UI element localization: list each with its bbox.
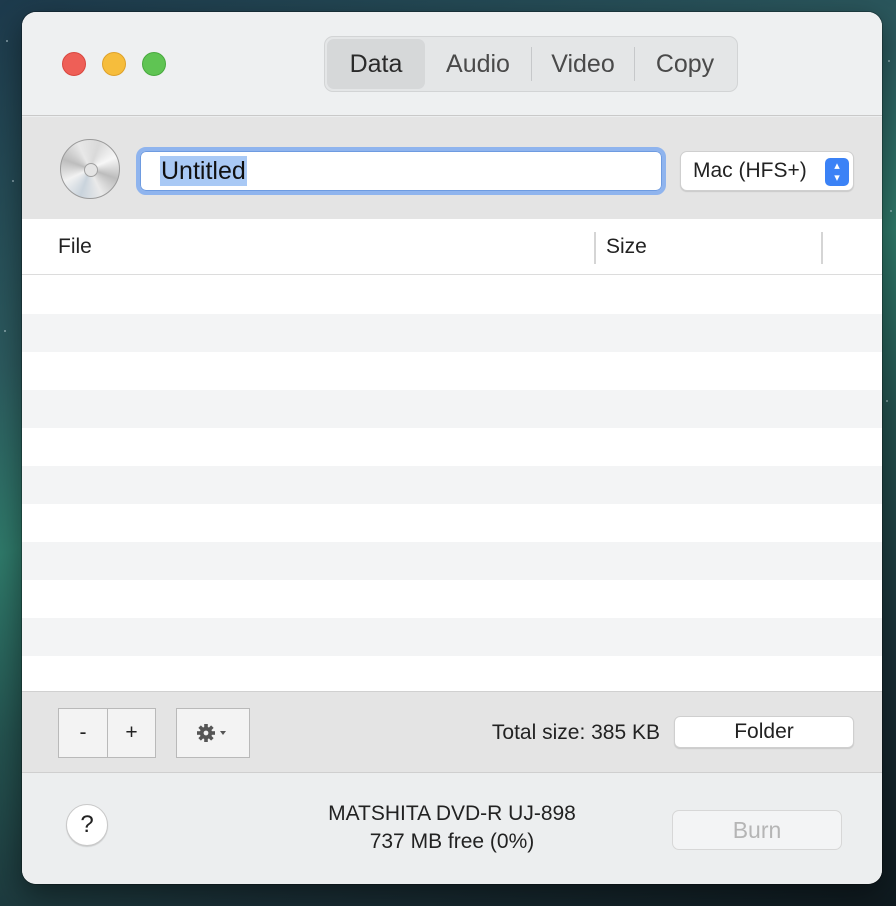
column-header-file[interactable]: File: [58, 219, 92, 275]
action-menu-button[interactable]: [176, 708, 250, 758]
file-table: File Size: [22, 219, 882, 691]
disc-name-value: Untitled: [160, 156, 247, 186]
table-row: [22, 542, 882, 580]
drive-free-space: 737 MB free (0%): [369, 830, 535, 853]
add-remove-group: - +: [58, 708, 156, 758]
footer: ? MATSHITA DVD-R UJ-898 737 MB free (0%)…: [22, 774, 882, 884]
drive-info: MATSHITA DVD-R UJ-898 737 MB free (0%): [262, 800, 642, 856]
table-row: [22, 314, 882, 352]
bottom-toolbar: - + Total size: 385 KB Folder: [22, 691, 882, 773]
add-item-button[interactable]: +: [107, 709, 155, 757]
up-down-chevron-icon: ▴ ▾: [825, 158, 849, 186]
tab-copy[interactable]: Copy: [635, 39, 735, 89]
table-body[interactable]: [22, 276, 882, 694]
table-row: [22, 276, 882, 314]
burn-window: Data Audio Video Copy Untitled Mac (HFS+…: [22, 12, 882, 884]
tab-data[interactable]: Data: [327, 39, 425, 89]
table-row: [22, 504, 882, 542]
disc-name-input[interactable]: Untitled: [136, 147, 666, 195]
disc-name-row: Untitled Mac (HFS+) ▴ ▾: [22, 117, 882, 219]
table-row: [22, 656, 882, 694]
table-header: File Size: [22, 219, 882, 275]
column-separator[interactable]: [594, 232, 596, 264]
new-folder-button[interactable]: Folder: [674, 716, 854, 748]
table-row: [22, 390, 882, 428]
filesystem-select[interactable]: Mac (HFS+) ▴ ▾: [680, 151, 854, 191]
table-row: [22, 352, 882, 390]
help-button[interactable]: ?: [66, 804, 108, 846]
filesystem-value: Mac (HFS+): [693, 159, 807, 182]
disc-icon: [60, 139, 120, 199]
table-row: [22, 580, 882, 618]
column-separator[interactable]: [821, 232, 823, 264]
tab-audio[interactable]: Audio: [425, 39, 531, 89]
remove-item-button[interactable]: -: [59, 709, 107, 757]
title-bar: Data Audio Video Copy: [22, 12, 882, 116]
minimize-button[interactable]: [102, 52, 126, 76]
column-header-size[interactable]: Size: [606, 219, 647, 275]
table-row: [22, 618, 882, 656]
close-button[interactable]: [62, 52, 86, 76]
total-size-label: Total size: 385 KB: [491, 721, 660, 744]
mode-tabs: Data Audio Video Copy: [324, 36, 738, 92]
gear-icon: [197, 724, 226, 742]
tab-video[interactable]: Video: [532, 39, 634, 89]
table-row: [22, 428, 882, 466]
zoom-button[interactable]: [142, 52, 166, 76]
burn-button[interactable]: Burn: [672, 810, 842, 850]
table-row: [22, 466, 882, 504]
drive-name: MATSHITA DVD-R UJ-898: [328, 802, 576, 825]
